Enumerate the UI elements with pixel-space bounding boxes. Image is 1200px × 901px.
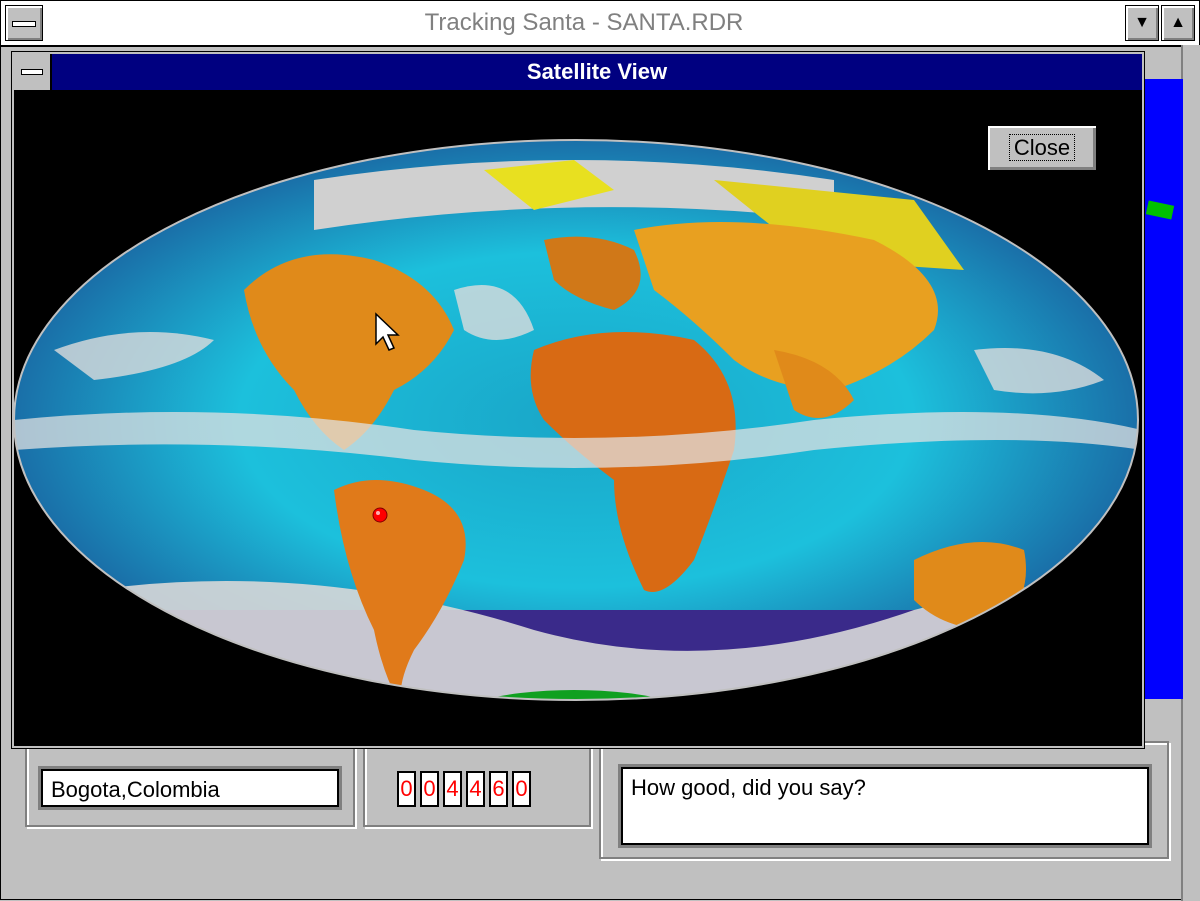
odometer-digit: 0: [420, 771, 439, 807]
antarctica: [434, 690, 714, 700]
message-field: How good, did you say?: [621, 767, 1149, 845]
minimize-arrow-icon: ▼: [1134, 14, 1150, 31]
world-map-svg: [13, 139, 1139, 701]
close-button-label: Close: [1008, 134, 1076, 161]
satellite-view-dialog: Satellite View Close: [11, 51, 1145, 749]
maximize-button[interactable]: ▲: [1161, 5, 1195, 41]
window-title: Tracking Santa - SANTA.RDR: [424, 9, 744, 36]
odometer-digit: 0: [397, 771, 416, 807]
dialog-system-menu-icon: [21, 69, 43, 75]
maximize-arrow-icon: ▲: [1170, 14, 1186, 31]
system-menu-button[interactable]: [5, 5, 43, 41]
odometer-digit: 4: [466, 771, 485, 807]
background-map-panel: [1141, 79, 1183, 699]
odometer-digit: 4: [443, 771, 462, 807]
minimize-button[interactable]: ▼: [1125, 5, 1159, 41]
dialog-system-menu-button[interactable]: [14, 54, 52, 90]
main-titlebar[interactable]: Tracking Santa - SANTA.RDR ▼ ▲: [1, 1, 1199, 47]
marker-highlight: [376, 511, 380, 515]
close-button[interactable]: Close: [986, 124, 1098, 172]
odometer-digit: 6: [489, 771, 508, 807]
odometer-digit: 0: [512, 771, 531, 807]
system-menu-icon: [12, 21, 36, 27]
globe: [14, 140, 1138, 700]
location-field: Bogota,Colombia: [41, 769, 339, 807]
distance-odometer: 004460: [397, 771, 531, 807]
dialog-title: Satellite View: [52, 54, 1142, 90]
santa-location-marker[interactable]: [372, 507, 388, 523]
window-frame-right: [1181, 45, 1200, 901]
satellite-map: [13, 90, 1142, 746]
